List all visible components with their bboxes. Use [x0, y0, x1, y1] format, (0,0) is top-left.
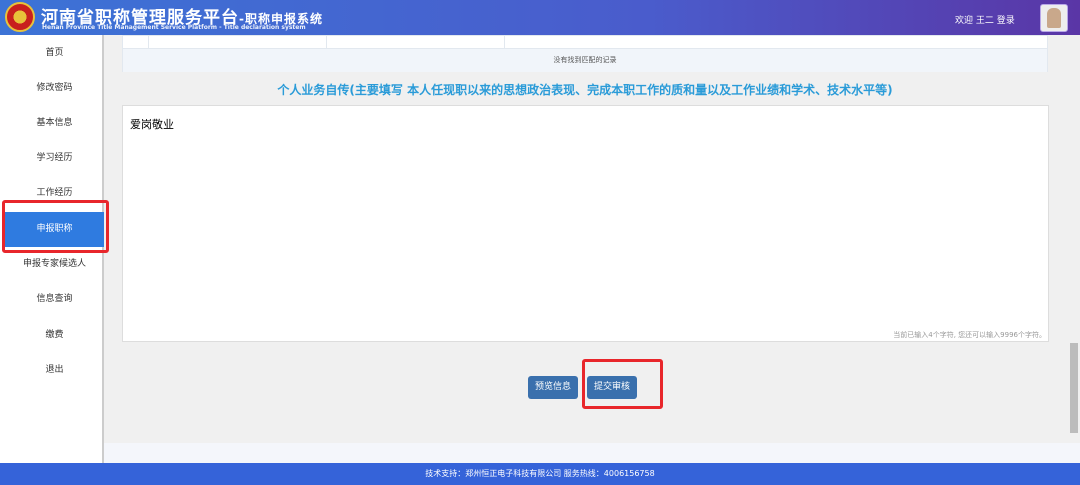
table-cell — [505, 36, 1047, 48]
records-table: 没有找到匹配的记录 — [122, 35, 1048, 72]
table-cell[interactable] — [123, 36, 149, 48]
table-cell — [327, 36, 505, 48]
sidebar-item-expert-candidate[interactable]: 申报专家候选人 — [5, 247, 104, 282]
national-emblem-logo — [5, 2, 35, 32]
sidebar-item-apply-title[interactable]: 申报职称 — [5, 212, 104, 247]
scrollbar[interactable] — [1068, 35, 1080, 443]
empty-records-text: 没有找到匹配的记录 — [123, 49, 1047, 72]
sidebar-item-info-query[interactable]: 信息查询 — [5, 282, 104, 317]
sidebar-item-home[interactable]: 首页 — [5, 36, 104, 71]
footer: 技术支持：郑州恒正电子科技有限公司 服务热线：4006156758 — [0, 463, 1080, 485]
sidebar: 首页 修改密码 基本信息 学习经历 工作经历 申报职称 申报专家候选人 信息查询… — [0, 35, 104, 463]
sidebar-item-logout[interactable]: 退出 — [5, 353, 104, 388]
app-subtitle: Henan Province Title Management Service … — [42, 24, 306, 31]
app-header: 河南省职称管理服务平台-职称申报系统 Henan Province Title … — [0, 0, 1080, 35]
scrollbar-thumb[interactable] — [1070, 343, 1078, 433]
preview-button[interactable]: 预览信息 — [528, 376, 579, 399]
sidebar-item-basic-info[interactable]: 基本信息 — [5, 106, 104, 141]
welcome-text: 欢迎 王二 登录 — [955, 16, 1015, 26]
user-avatar[interactable] — [1040, 4, 1068, 32]
bottom-strip — [104, 443, 1080, 463]
table-row — [123, 36, 1047, 49]
autobiography-textarea[interactable]: 爱岗敬业 — [122, 105, 1049, 342]
character-counter: 当前已输入4个字符, 您还可以输入9996个字符。 — [893, 331, 1046, 339]
table-cell — [149, 36, 327, 48]
submit-review-button[interactable]: 提交审核 — [587, 376, 638, 399]
sidebar-item-education[interactable]: 学习经历 — [5, 141, 104, 176]
avatar-icon — [1047, 8, 1061, 28]
sidebar-item-payment[interactable]: 缴费 — [5, 318, 104, 353]
sidebar-item-change-password[interactable]: 修改密码 — [5, 71, 104, 106]
sidebar-item-work-experience[interactable]: 工作经历 — [5, 176, 104, 211]
section-title: 个人业务自传(主要填写 本人任现职以来的思想政治表现、完成本职工作的质和量以及工… — [277, 83, 893, 97]
